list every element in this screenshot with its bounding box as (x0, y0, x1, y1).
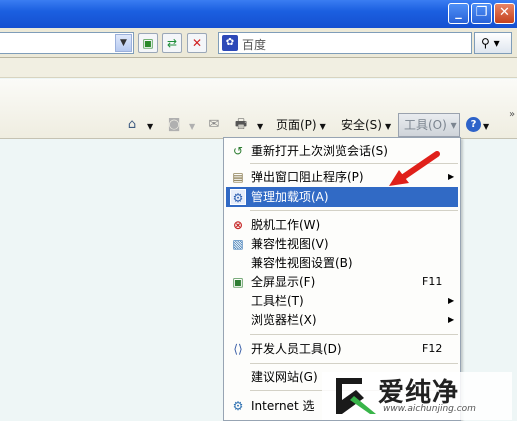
menu-item-work-offline[interactable]: ⊗ 脱机工作(W) (226, 215, 458, 235)
overflow-chevron-icon[interactable]: » (509, 109, 517, 123)
dev-tools-icon: ⟨⟩ (233, 342, 243, 356)
watermark-url: www.aichunjing.com (383, 404, 476, 414)
address-toolbar: ▼ ▣ ⇄ ✕ ✿ 百度 ⚲ ▾ (0, 28, 517, 58)
close-window-button[interactable]: ✕ (494, 3, 515, 24)
restore-button[interactable]: ❐ (471, 3, 492, 24)
red-arrow-annotation (389, 151, 440, 186)
search-icon: ⚲ ▾ (481, 36, 500, 50)
stop-icon[interactable]: ✕ (187, 33, 207, 53)
compat-view-icon[interactable]: ▣ (138, 33, 158, 53)
menu-separator (250, 363, 458, 364)
refresh-icon[interactable]: ⇄ (162, 33, 182, 53)
menu-item-explorer-bars[interactable]: 浏览器栏(X) ▶ (226, 310, 458, 330)
feeds-dropdown[interactable]: ▼ (186, 115, 195, 135)
menu-item-toolbars[interactable]: 工具栏(T) ▶ (226, 291, 458, 311)
search-placeholder: 百度 (242, 38, 267, 52)
menu-item-dev-tools[interactable]: ⟨⟩ 开发人员工具(D) F12 (226, 339, 458, 359)
help-icon[interactable]: ? (466, 117, 481, 132)
minimize-button[interactable]: _ (448, 3, 469, 24)
print-dropdown[interactable]: ▼ (254, 115, 263, 135)
address-dropdown-button[interactable]: ▼ (115, 34, 132, 52)
page-menu-button[interactable]: 页面(P) ▼ (276, 115, 326, 135)
window-titlebar: _ ❐ ✕ (0, 0, 517, 28)
submenu-arrow-icon: ▶ (448, 296, 455, 305)
favorites-band (0, 58, 517, 78)
menu-separator (250, 334, 458, 335)
baidu-icon: ✿ (222, 35, 238, 51)
manage-addons-icon: ⚙ (230, 189, 246, 205)
help-dropdown[interactable]: ▼ (483, 117, 489, 137)
safety-menu-button[interactable]: 安全(S) ▼ (341, 115, 391, 135)
print-icon[interactable]: 🖶 (233, 117, 249, 133)
mail-icon[interactable]: ✉ (206, 117, 222, 133)
reopen-session-icon: ↺ (232, 144, 244, 158)
home-dropdown[interactable]: ▼ (144, 115, 153, 135)
compat-view-icon: ▧ (232, 237, 244, 251)
shortcut-f11: F11 (422, 275, 443, 288)
home-icon[interactable]: ⌂ (124, 117, 140, 133)
submenu-arrow-icon: ▶ (448, 315, 455, 324)
shortcut-f12: F12 (422, 342, 443, 355)
tools-menu-button[interactable]: 工具(O) ▾ (398, 113, 460, 137)
fullscreen-icon: ▣ (232, 275, 244, 289)
menu-item-manage-addons[interactable]: ⚙ 管理加载项(A) (226, 187, 458, 207)
menu-item-compat-view-settings[interactable]: 兼容性视图设置(B) (226, 253, 458, 273)
feeds-icon[interactable]: ◙ (166, 117, 182, 133)
internet-options-icon: ⚙ (232, 399, 244, 413)
menu-item-compat-view[interactable]: ▧ 兼容性视图(V) (226, 234, 458, 254)
tools-label: 工具(O) (404, 118, 447, 132)
menu-item-fullscreen[interactable]: ▣ 全屏显示(F) F11 (226, 272, 458, 292)
address-input[interactable]: ▼ (0, 32, 134, 54)
search-button[interactable]: ⚲ ▾ (474, 32, 512, 54)
submenu-arrow-icon: ▶ (448, 172, 455, 181)
menu-separator (250, 210, 458, 211)
work-offline-icon: ⊗ (232, 218, 244, 232)
search-input[interactable]: ✿ 百度 (218, 32, 472, 54)
popup-blocker-icon: ▤ (232, 170, 244, 184)
